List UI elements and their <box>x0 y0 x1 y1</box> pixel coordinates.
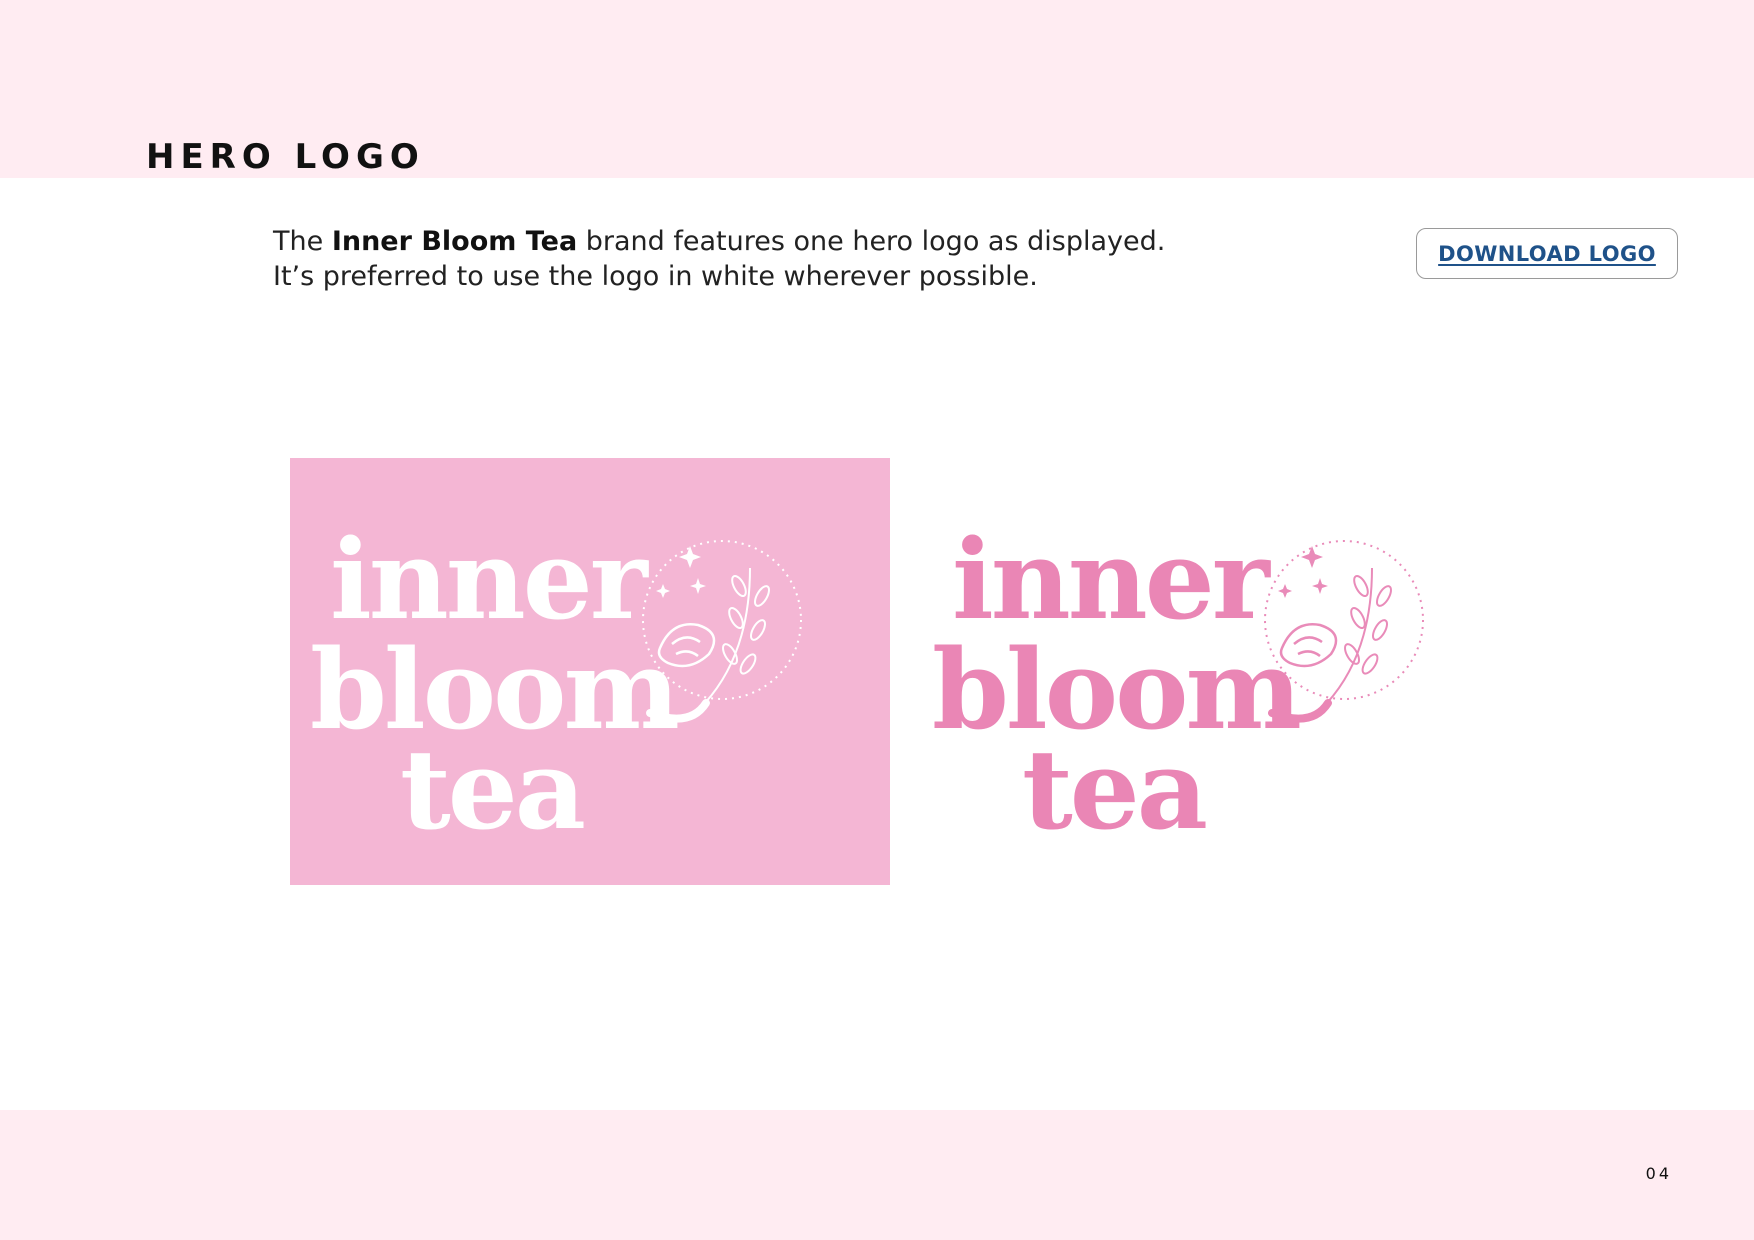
intro-line-2: It’s preferred to use the logo in white … <box>273 261 1038 292</box>
intro-line-1: The Inner Bloom Tea brand features one h… <box>273 224 1273 259</box>
brand-name: Inner Bloom Tea <box>331 226 578 257</box>
logo-word-tea: tea <box>1022 725 1206 854</box>
logo-pink-on-white: inner bloom tea <box>932 515 1433 854</box>
sparkle-icon <box>1278 546 1328 598</box>
sparkle-icon <box>656 546 706 598</box>
intro-prefix: The <box>273 226 332 257</box>
intro-line-1-rest: brand features one hero logo as displaye… <box>577 226 1166 257</box>
download-logo-link[interactable]: DOWNLOAD LOGO <box>1438 242 1656 266</box>
logo-word-tea: tea <box>400 725 584 854</box>
leaf-sprig-icon <box>1326 567 1392 704</box>
page-title: HERO LOGO <box>146 137 425 177</box>
intro-text: The Inner Bloom Tea brand features one h… <box>273 224 1273 294</box>
download-logo-button[interactable]: DOWNLOAD LOGO <box>1416 228 1678 279</box>
page-number: 04 <box>1645 1164 1672 1183</box>
leaf-sprig-icon <box>704 567 770 704</box>
logo-white-on-pink: inner bloom tea <box>310 515 811 854</box>
footer-band <box>0 1110 1754 1240</box>
